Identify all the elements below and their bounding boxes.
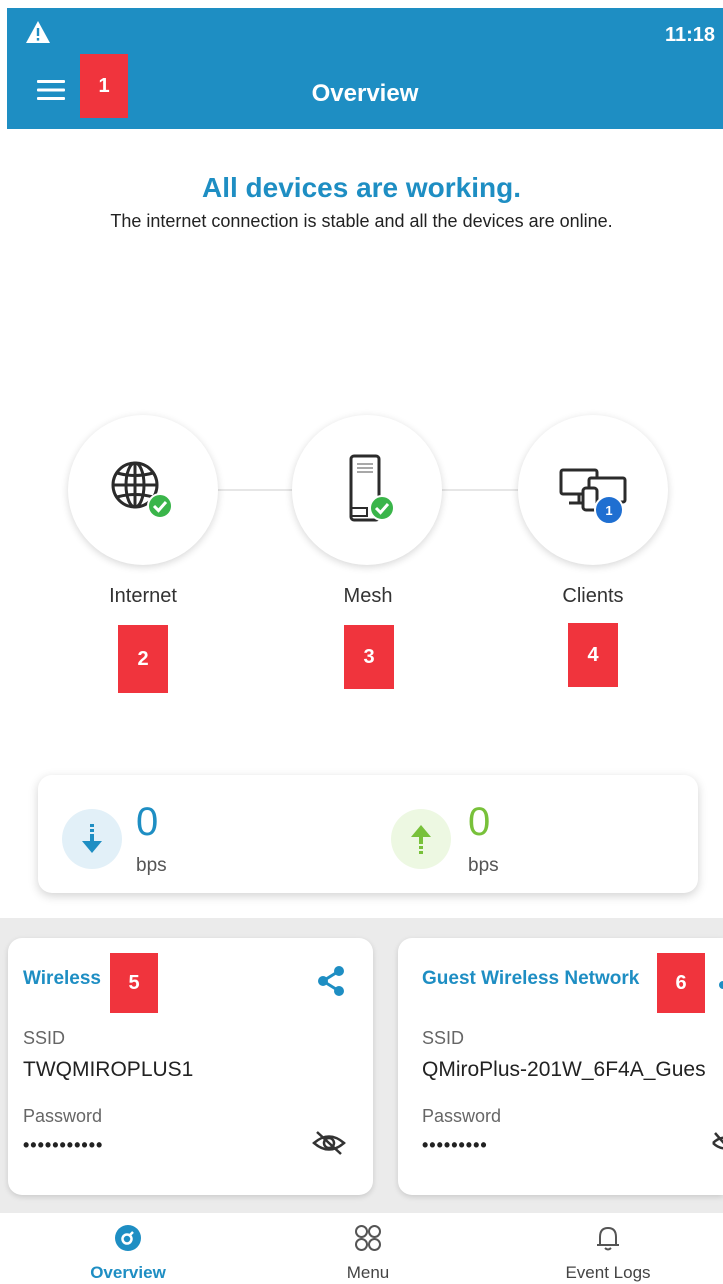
- upload-value: 0: [468, 800, 491, 844]
- download-value: 0: [136, 800, 159, 844]
- nav-menu-label: Menu: [346, 1263, 390, 1282]
- download-arrow-icon: [82, 824, 102, 853]
- throughput-card: 0 bps 0 bps: [38, 775, 698, 893]
- password-value: •••••••••••: [23, 1135, 104, 1155]
- eye-off-icon[interactable]: [710, 1128, 723, 1158]
- clients-node[interactable]: 1: [518, 415, 668, 565]
- guest-ssid-value: QMiroPlus-201W_6F4A_Gues: [422, 1058, 706, 1081]
- marker-4: 4: [568, 623, 618, 687]
- upload-indicator: [391, 809, 451, 869]
- status-headline: All devices are working.: [201, 172, 522, 203]
- wireless-card-title[interactable]: Wireless: [23, 968, 101, 990]
- nav-overview[interactable]: Overview: [48, 1223, 208, 1283]
- nav-event-logs[interactable]: Event Logs: [528, 1223, 688, 1283]
- marker-3: 3: [344, 625, 394, 689]
- download-unit: bps: [136, 855, 167, 876]
- guest-password-label: Password: [422, 1106, 502, 1126]
- nav-event-logs-label: Event Logs: [565, 1263, 651, 1282]
- guest-ssid-label: SSID: [422, 1028, 465, 1048]
- download-indicator: [62, 809, 122, 869]
- devices-icon: 1: [559, 468, 627, 525]
- grid-icon: [355, 1225, 381, 1251]
- internet-node[interactable]: [68, 415, 218, 565]
- wireless-card[interactable]: Wireless SSID TWQMIROPLUS1 Password ••••…: [8, 938, 373, 1195]
- mesh-node[interactable]: [292, 415, 442, 565]
- overview-icon: [115, 1225, 141, 1251]
- globe-icon: [111, 461, 173, 519]
- marker-5: 5: [110, 953, 158, 1013]
- password-label: Password: [23, 1106, 103, 1126]
- marker-2: 2: [118, 625, 168, 693]
- mesh-label: Mesh: [343, 585, 393, 607]
- share-icon[interactable]: [314, 964, 348, 998]
- bell-icon: [597, 1226, 619, 1251]
- internet-label: Internet: [109, 585, 177, 607]
- warning-icon: [26, 21, 50, 43]
- ssid-label: SSID: [23, 1028, 66, 1048]
- marker-1: 1: [80, 54, 128, 118]
- upload-unit: bps: [468, 855, 499, 876]
- router-icon: [349, 454, 395, 522]
- share-icon[interactable]: [716, 978, 723, 992]
- clients-label: Clients: [562, 585, 624, 607]
- guest-password-value: •••••••••: [422, 1135, 488, 1155]
- status-message: The internet connection is stable and al…: [110, 211, 613, 231]
- marker-6: 6: [657, 953, 705, 1013]
- ssid-value: TWQMIROPLUS1: [23, 1058, 194, 1081]
- connector-line: [215, 489, 295, 491]
- overview-screen: 11:18 Overview 1 All devices are working…: [0, 0, 723, 1284]
- check-icon: [147, 493, 173, 519]
- nav-menu[interactable]: Menu: [288, 1223, 448, 1283]
- eye-off-icon[interactable]: [311, 1128, 347, 1158]
- check-icon: [369, 495, 395, 521]
- guest-card-title[interactable]: Guest Wireless Network: [422, 968, 639, 990]
- bottom-navigation: Overview Menu Event Logs: [0, 1213, 723, 1284]
- connector-line: [440, 489, 522, 491]
- client-count-badge: 1: [605, 503, 612, 518]
- status-time: 11:18: [664, 24, 715, 46]
- upload-arrow-icon: [411, 825, 431, 854]
- nav-overview-label: Overview: [90, 1263, 166, 1282]
